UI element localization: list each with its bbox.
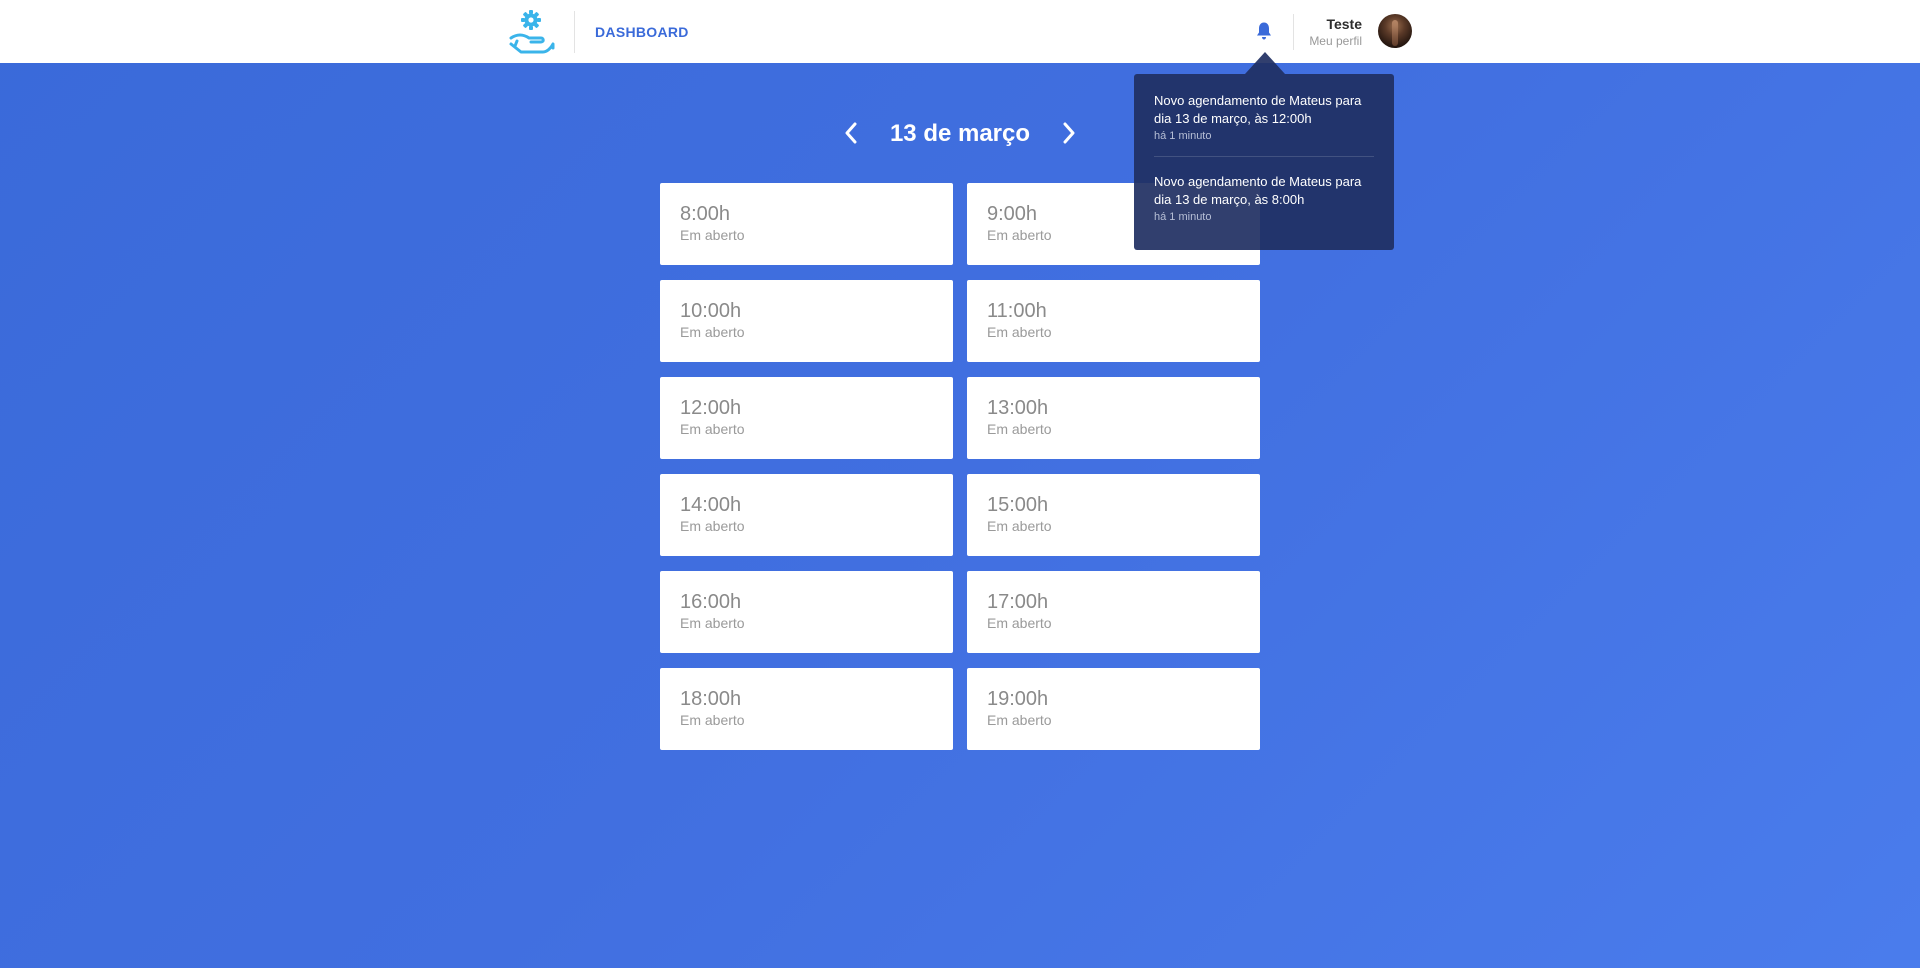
notification-item[interactable]: Novo agendamento de Mateus para dia 13 d… (1154, 156, 1374, 237)
slot-time: 11:00h (987, 300, 1047, 322)
slot-status: Em aberto (987, 421, 1052, 437)
header-divider (574, 11, 575, 53)
slot-status: Em aberto (987, 712, 1052, 728)
time-slot[interactable]: 19:00h Em aberto (967, 668, 1260, 750)
notification-text: Novo agendamento de Mateus para dia 13 d… (1154, 93, 1362, 126)
profile-name: Teste (1326, 16, 1362, 32)
notification-item[interactable]: Novo agendamento de Mateus para dia 13 d… (1154, 92, 1374, 156)
slot-time: 17:00h (987, 591, 1049, 613)
slot-time: 12:00h (680, 397, 742, 419)
slot-time: 8:00h (680, 203, 731, 225)
slot-status: Em aberto (680, 712, 745, 728)
slot-time: 15:00h (987, 494, 1049, 516)
profile-menu[interactable]: Teste Meu perfil (1302, 14, 1412, 50)
slot-time: 14:00h (680, 494, 742, 516)
hand-gear-logo-icon[interactable] (507, 8, 555, 56)
time-slot[interactable]: 8:00h Em aberto (660, 183, 953, 265)
time-slot[interactable]: 17:00h Em aberto (967, 571, 1260, 653)
slot-time: 18:00h (680, 688, 742, 710)
time-slot[interactable]: 13:00h Em aberto (967, 377, 1260, 459)
selected-date: 13 de março (889, 120, 1031, 147)
slot-status: Em aberto (680, 227, 745, 243)
notification-popover-arrow (1245, 52, 1285, 74)
slot-time: 10:00h (680, 300, 742, 322)
slot-time: 16:00h (680, 591, 742, 613)
time-slot[interactable]: 14:00h Em aberto (660, 474, 953, 556)
slot-status: Em aberto (987, 324, 1052, 340)
notification-time: há 1 minuto (1154, 130, 1212, 142)
slot-status: Em aberto (680, 324, 745, 340)
slot-status: Em aberto (680, 421, 745, 437)
slot-status: Em aberto (987, 518, 1052, 534)
slot-status: Em aberto (680, 518, 745, 534)
header-divider-right (1293, 14, 1294, 50)
notification-popover: Novo agendamento de Mateus para dia 13 d… (1134, 74, 1394, 250)
notification-text: Novo agendamento de Mateus para dia 13 d… (1154, 174, 1362, 207)
date-navigator: 13 de março (840, 116, 1080, 152)
time-slot[interactable]: 18:00h Em aberto (660, 668, 953, 750)
slot-time: 13:00h (987, 397, 1049, 419)
time-slot-grid: 8:00h Em aberto 9:00h Em aberto 10:00h Em a… (660, 183, 1260, 750)
profile-link[interactable]: Meu perfil (1309, 34, 1362, 48)
chevron-right-icon[interactable] (1058, 120, 1080, 146)
time-slot[interactable]: 16:00h Em aberto (660, 571, 953, 653)
avatar[interactable] (1378, 14, 1412, 48)
time-slot[interactable]: 10:00h Em aberto (660, 280, 953, 362)
time-slot[interactable]: 11:00h Em aberto (967, 280, 1260, 362)
slot-status: Em aberto (680, 615, 745, 631)
top-header: DASHBOARD Teste Meu perfil (0, 0, 1920, 63)
dashboard-link[interactable]: DASHBOARD (595, 24, 689, 40)
bell-icon[interactable] (1255, 21, 1273, 41)
time-slot[interactable]: 12:00h Em aberto (660, 377, 953, 459)
time-slot[interactable]: 15:00h Em aberto (967, 474, 1260, 556)
notification-time: há 1 minuto (1154, 211, 1212, 223)
slot-time: 19:00h (987, 688, 1049, 710)
slot-status: Em aberto (987, 615, 1052, 631)
